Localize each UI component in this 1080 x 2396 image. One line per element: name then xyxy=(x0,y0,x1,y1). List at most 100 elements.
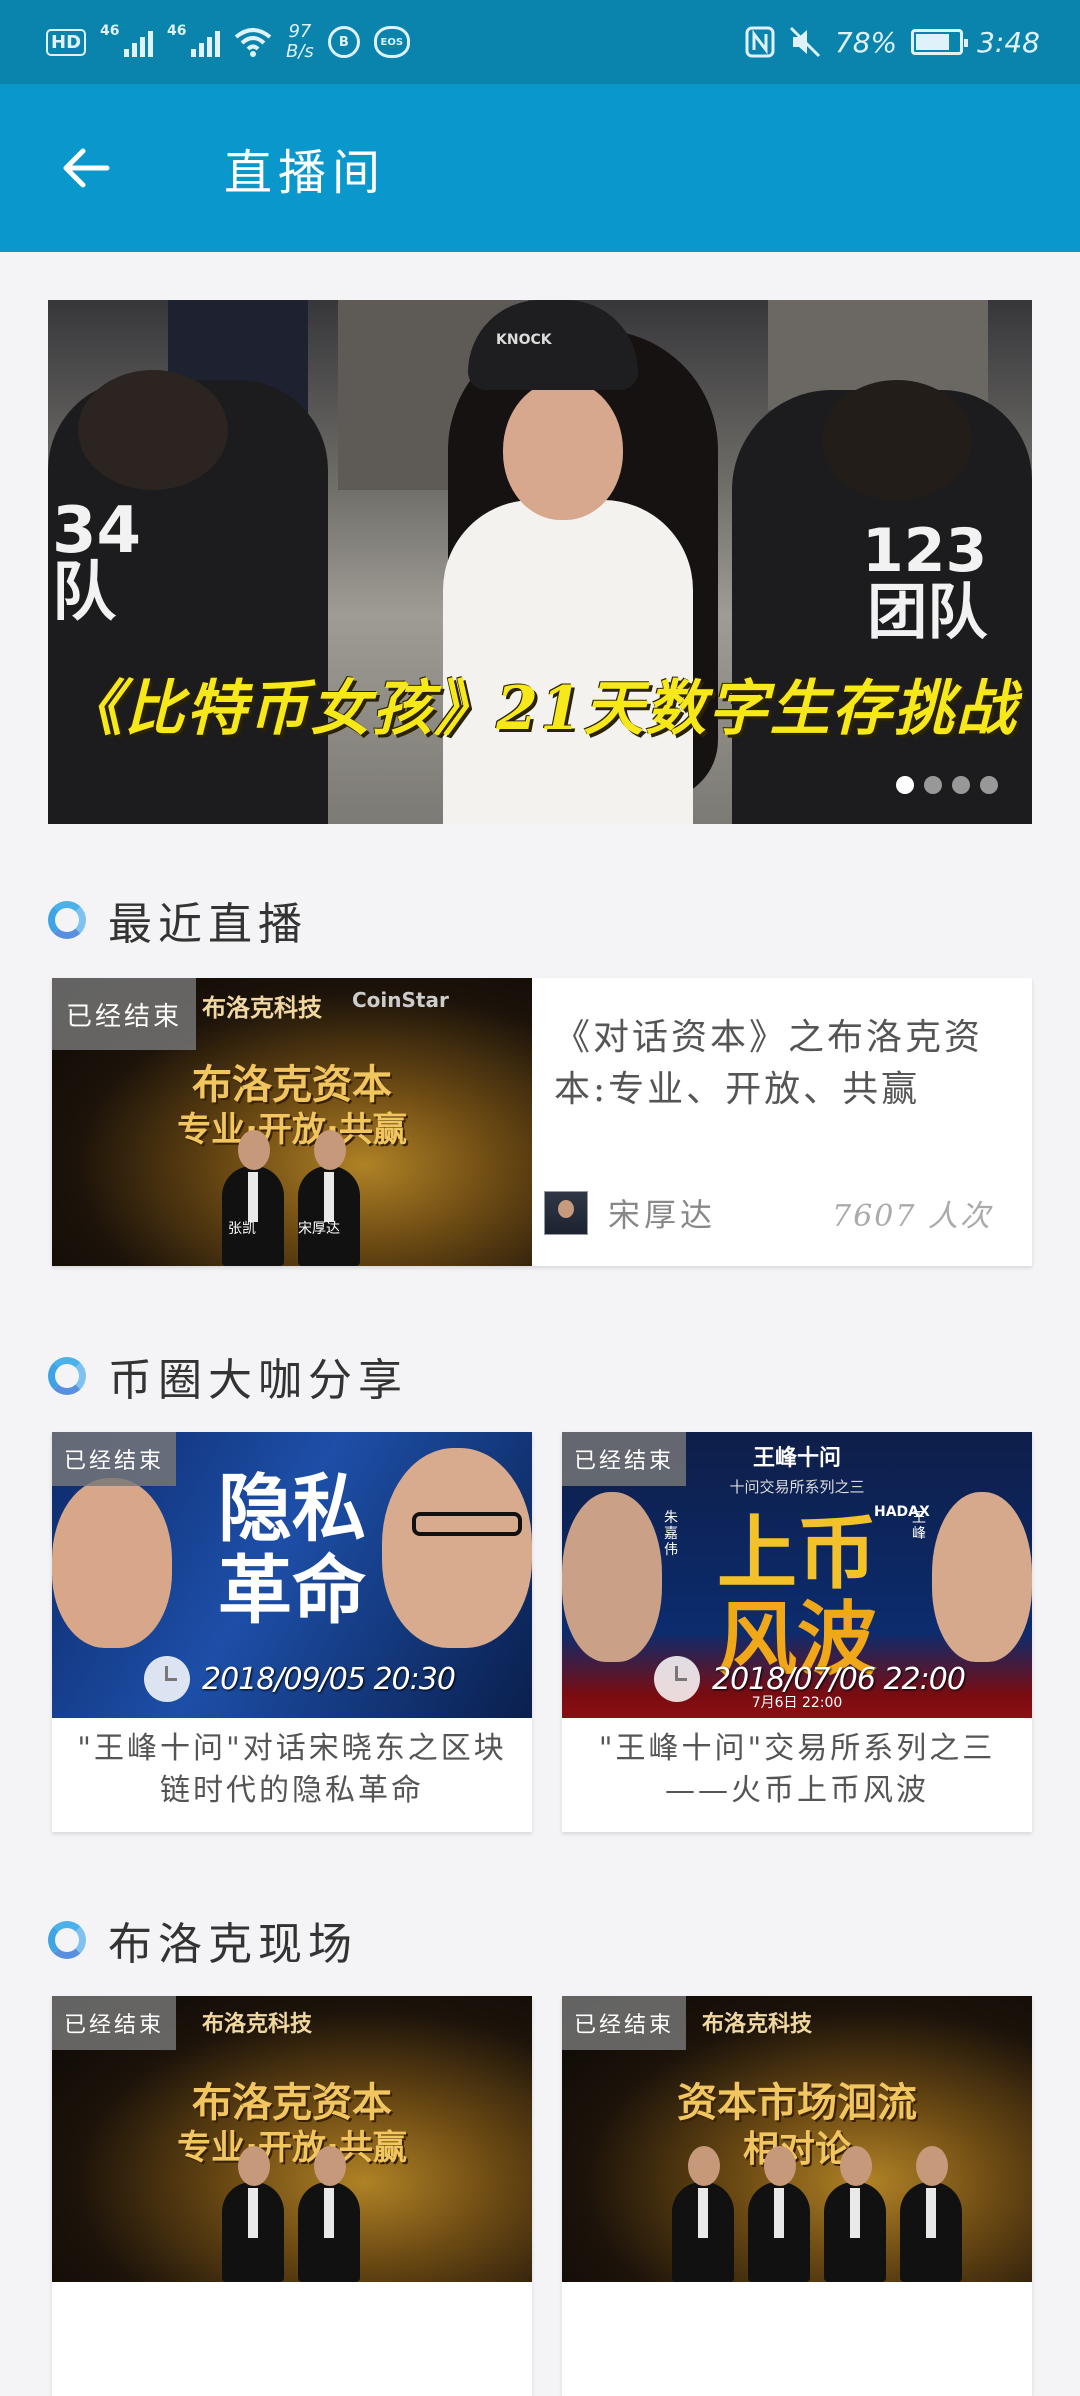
app-bar: 直播间 xyxy=(0,84,1080,252)
battery-icon xyxy=(911,29,969,55)
wifi-icon xyxy=(234,28,272,57)
thumb-name-left: 朱嘉伟 xyxy=(664,1510,678,1558)
speaker-figure xyxy=(298,2146,360,2282)
signal-icon-1: 46 xyxy=(100,23,154,57)
status-bar: HD 46 46 97 B/s B EOS 78% 3:48 xyxy=(0,0,1080,84)
section-header-recent: 最近直播 xyxy=(48,888,308,952)
speakers xyxy=(672,2146,962,2282)
live-card[interactable]: 隐私 革命 2018/09/05 20:30 已经结束 "王峰十问"对话宋晓东之… xyxy=(52,1432,532,1832)
girl-face xyxy=(503,380,623,520)
thumb-word-2: 革命 xyxy=(218,1548,366,1634)
status-left: HD 46 46 97 B/s B EOS xyxy=(46,22,410,62)
person-left-head xyxy=(78,370,228,490)
speaker-figure xyxy=(222,2146,284,2282)
card-title: "王峰十问"交易所系列之三——火币上币风波 xyxy=(598,1731,996,1808)
card-title: "王峰十问"对话宋晓东之区块链时代的隐私革命 xyxy=(77,1731,507,1808)
person-right-head xyxy=(822,380,972,500)
start-time: 2018/07/06 22:00 xyxy=(654,1656,966,1702)
carousel-dot[interactable] xyxy=(980,776,998,794)
speakers xyxy=(222,1130,360,1266)
net-speed-value: 97 xyxy=(288,21,312,42)
speaker-name-2: 宋厚达 xyxy=(298,1221,340,1237)
card-thumbnail: 王峰十问 十问交易所系列之三 朱嘉伟 王峰 HADAX 上币 风波 7月6日 2… xyxy=(562,1432,1032,1718)
start-time: 2018/09/05 20:30 xyxy=(144,1656,456,1702)
recent-live-card[interactable]: 布洛克科技 CoinStar 布洛克资本 专业·开放·共赢 张凯 宋厚达 已经结… xyxy=(52,978,1032,1266)
recent-info: 《对话资本》之布洛克资本:专业、开放、共赢 宋厚达 7607 人次 xyxy=(532,978,1032,1266)
banner-carousel[interactable]: 34 队 123 团队 KNOCK 《比特币女孩》21天数字生存挑战 xyxy=(48,300,1032,824)
thumb-logo: 布洛克科技 xyxy=(202,2012,313,2037)
speaker-figure xyxy=(824,2146,886,2282)
clock-icon xyxy=(654,1656,700,1702)
ring-icon xyxy=(48,1357,86,1395)
speaker-name-1: 张凯 xyxy=(228,1221,256,1237)
signal-label-1: 46 xyxy=(100,23,120,39)
thumb-subheadline: 专业·开放·共赢 xyxy=(177,1110,407,1150)
hd-icon: HD xyxy=(46,28,87,56)
recent-thumbnail: 布洛克科技 CoinStar 布洛克资本 专业·开放·共赢 张凯 宋厚达 已经结… xyxy=(52,978,532,1266)
status-badge: 已经结束 xyxy=(52,1432,177,1486)
eos-icon: EOS xyxy=(373,26,410,58)
thumb-word-1: 上币 xyxy=(717,1507,877,1600)
avatar xyxy=(544,1191,588,1235)
view-count: 7607 人次 xyxy=(832,1199,992,1234)
speaker-figure xyxy=(900,2146,962,2282)
cap-text: KNOCK xyxy=(496,332,552,348)
host-face xyxy=(932,1492,1032,1662)
carousel-dot[interactable] xyxy=(924,776,942,794)
shirt-text-left: 34 队 xyxy=(52,494,142,630)
speaker-figure xyxy=(748,2146,810,2282)
battery-level xyxy=(916,34,949,50)
live-card[interactable]: 布洛克科技 资本市场洄流 相对论 已经结束 xyxy=(562,1996,1032,2396)
carousel-indicator xyxy=(896,776,998,794)
net-speed-unit: B/s xyxy=(286,41,314,62)
glasses-shape xyxy=(412,1512,522,1536)
back-button[interactable] xyxy=(30,113,140,223)
signal-icon-2: 46 xyxy=(167,23,221,57)
start-time-text: 2018/07/06 22:00 xyxy=(712,1661,966,1697)
live-card[interactable]: 王峰十问 十问交易所系列之三 朱嘉伟 王峰 HADAX 上币 风波 7月6日 2… xyxy=(562,1432,1032,1832)
speakers xyxy=(222,2146,360,2282)
speaker-figure xyxy=(222,1130,284,1266)
thumb-subheadline: 相对论 xyxy=(742,2129,851,2170)
guest-face xyxy=(562,1492,662,1662)
section-title: 布洛克现场 xyxy=(108,1919,358,1970)
person-right: 123 团队 xyxy=(732,380,1032,824)
clock-icon xyxy=(144,1656,190,1702)
person-left: 34 队 xyxy=(48,370,328,824)
carousel-dot[interactable] xyxy=(952,776,970,794)
thumb-logo-2: CoinStar xyxy=(352,988,449,1012)
card-thumbnail: 布洛克科技 布洛克资本 专业·开放·共赢 已经结束 xyxy=(52,1996,532,2282)
status-badge: 已经结束 xyxy=(52,978,197,1050)
arrow-left-icon xyxy=(63,148,110,188)
recent-title: 《对话资本》之布洛克资本:专业、开放、共赢 xyxy=(554,1017,984,1110)
guest-face xyxy=(52,1478,172,1648)
net-speed: 97 B/s xyxy=(286,22,314,62)
start-time-text: 2018/09/05 20:30 xyxy=(202,1661,456,1697)
thumb-logo: 布洛克科技 xyxy=(702,2012,813,2037)
mute-icon xyxy=(789,26,820,58)
thumb-word-1: 隐私 xyxy=(218,1466,366,1552)
speaker-figure xyxy=(298,1130,360,1266)
card-thumbnail: 布洛克科技 资本市场洄流 相对论 已经结束 xyxy=(562,1996,1032,2282)
section-title: 币圈大咖分享 xyxy=(108,1355,408,1406)
signal-label-2: 46 xyxy=(167,23,187,39)
live-card[interactable]: 布洛克科技 布洛克资本 专业·开放·共赢 已经结束 xyxy=(52,1996,532,2396)
section-header-blockscene: 布洛克现场 xyxy=(48,1908,358,1972)
recent-meta: 宋厚达 7607 人次 xyxy=(544,1190,992,1236)
status-badge: 已经结束 xyxy=(562,1996,687,2050)
shirt-text-right: 123 团队 xyxy=(862,516,988,648)
status-badge: 已经结束 xyxy=(52,1996,177,2050)
speaker-figure xyxy=(672,2146,734,2282)
section-header-bigshots: 币圈大咖分享 xyxy=(48,1344,408,1408)
card-thumbnail: 隐私 革命 2018/09/05 20:30 已经结束 xyxy=(52,1432,532,1718)
thumb-subheadline: 专业·开放·共赢 xyxy=(177,2128,407,2168)
ring-icon xyxy=(48,901,86,939)
ring-icon xyxy=(48,1921,86,1959)
host-face xyxy=(382,1448,532,1648)
host-name: 宋厚达 xyxy=(608,1196,717,1234)
carousel-dot[interactable] xyxy=(896,776,914,794)
battery-percent: 78% xyxy=(834,25,898,59)
b-app-icon: B xyxy=(327,26,360,58)
page-title: 直播间 xyxy=(224,145,387,201)
status-right: 78% 3:48 xyxy=(745,26,1040,59)
